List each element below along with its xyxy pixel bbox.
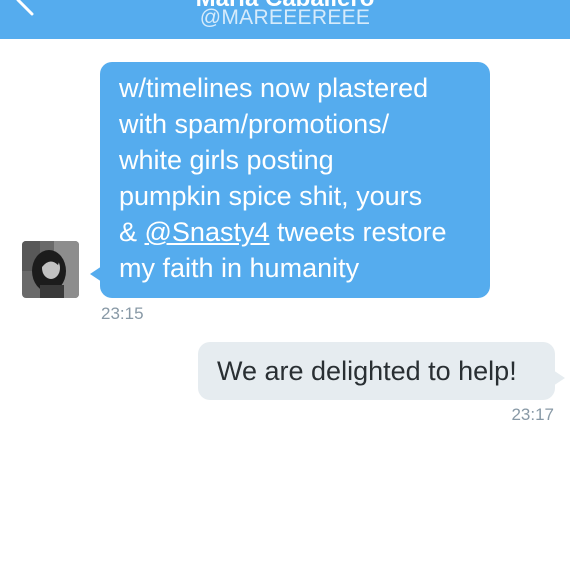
mention-prefix: & xyxy=(119,217,145,247)
conversation-header: María Caballero @MAREEEREEE xyxy=(0,0,570,39)
message-line: white girls posting xyxy=(119,145,334,175)
incoming-timestamp: 23:15 xyxy=(101,304,144,323)
message-line: pumpkin spice shit, yours xyxy=(119,181,423,211)
message-line: with spam/promotions/ xyxy=(119,109,390,139)
mention-link[interactable]: @Snasty4 xyxy=(145,217,270,247)
contact-handle: @MAREEEREEE xyxy=(199,6,371,29)
message-line: my faith in humanity xyxy=(119,253,360,283)
bubble-tail xyxy=(90,266,102,282)
outgoing-timestamp: 23:17 xyxy=(511,405,554,424)
sender-avatar[interactable] xyxy=(22,241,79,298)
message-line: w/timelines now plastered xyxy=(119,73,429,103)
message-text: We are delighted to help! xyxy=(217,356,517,386)
outgoing-message-bubble[interactable]: We are delighted to help! xyxy=(198,342,565,400)
incoming-message-bubble[interactable]: w/timelines now plastered with spam/prom… xyxy=(90,62,490,298)
message-line: & @Snasty4 tweets restore xyxy=(119,214,480,250)
mention-suffix: tweets restore xyxy=(269,217,447,247)
bubble-tail xyxy=(553,370,565,386)
